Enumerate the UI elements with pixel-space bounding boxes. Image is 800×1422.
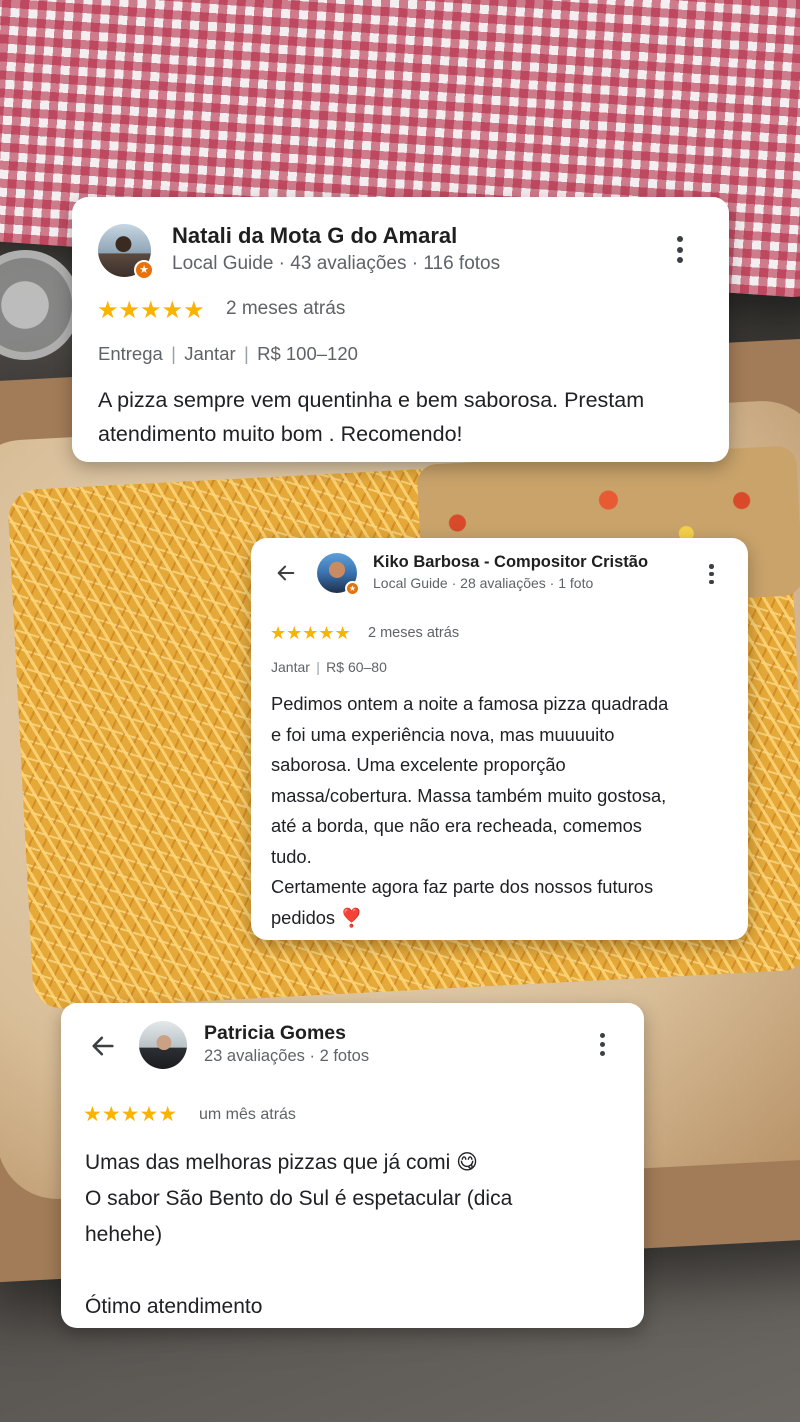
more-vert-icon[interactable]	[600, 1033, 605, 1056]
profile-photo	[139, 1021, 187, 1069]
review-date: 2 meses atrás	[226, 298, 346, 319]
tag-price: R$ 100–120	[257, 343, 358, 364]
reviewer-name[interactable]: Patricia Gomes	[204, 1022, 346, 1045]
review-text: Umas das melhoras pizzas que já comi 😋 O…	[85, 1145, 625, 1325]
review-text-line: A pizza sempre vem quentinha e bem sabor…	[98, 388, 645, 412]
review-card-patricia: Patricia Gomes 23 avaliações · 2 fotos ★…	[61, 1003, 644, 1328]
arrow-back-icon[interactable]	[89, 1032, 117, 1060]
arrow-back-icon[interactable]	[275, 562, 297, 584]
review-text: Pedimos ontem a noite a famosa pizza qua…	[271, 689, 741, 933]
tag-service: Entrega	[98, 343, 163, 364]
star-rating: ★★★★★	[270, 623, 351, 643]
review-tags: Entrega | Jantar | R$ 100–120	[98, 343, 358, 364]
star-rating: ★★★★★	[83, 1103, 178, 1126]
more-vert-icon[interactable]	[709, 564, 714, 584]
review-text-spacer	[85, 1253, 625, 1289]
review-date: um mês atrás	[199, 1106, 296, 1123]
reviewer-name[interactable]: Natali da Mota G do Amaral	[172, 223, 457, 249]
tag-price: R$ 60–80	[326, 659, 387, 675]
tag-meal: Jantar	[184, 343, 236, 364]
review-text-line: Certamente agora faz parte dos nossos fu…	[271, 876, 654, 897]
local-guide-star-icon: ★	[345, 581, 360, 596]
review-text-line: hehehe)	[85, 1223, 163, 1246]
reviewer-name[interactable]: Kiko Barbosa - Compositor Cristão	[373, 553, 648, 572]
review-text-line: O sabor São Bento do Sul é espetacular (…	[85, 1187, 513, 1210]
avatar[interactable]: ★	[98, 224, 154, 280]
review-text-line: Pedimos ontem a noite a famosa pizza qua…	[271, 693, 669, 714]
review-card-kiko: ★ Kiko Barbosa - Compositor Cristão Loca…	[251, 538, 748, 940]
avatar[interactable]	[139, 1021, 187, 1069]
review-text-line: Umas das melhoras pizzas que já comi 😋	[85, 1151, 479, 1174]
review-card-natali: ★ Natali da Mota G do Amaral Local Guide…	[72, 197, 729, 462]
local-guide-star-icon: ★	[134, 260, 154, 280]
review-text-line: atendimento muito bom . Recomendo!	[98, 422, 463, 446]
review-tags: Jantar | R$ 60–80	[271, 659, 387, 675]
review-date: 2 meses atrás	[368, 625, 460, 641]
review-text-line: massa/cobertura. Massa também muito gost…	[271, 784, 667, 806]
star-rating: ★★★★★	[97, 297, 205, 324]
reviewer-meta: Local Guide · 43 avaliações · 116 fotos	[172, 253, 501, 274]
review-text-line: até a borda, que não era recheada, comem…	[271, 815, 642, 836]
review-text-line: Ótimo atendimento	[85, 1295, 263, 1318]
tag-meal: Jantar	[271, 659, 310, 675]
avatar[interactable]: ★	[317, 553, 360, 596]
more-vert-icon[interactable]	[677, 236, 683, 263]
review-text-line: pedidos ❣️	[271, 906, 363, 928]
review-text-line: saborosa. Uma excelente proporção	[271, 754, 566, 775]
review-text-line: tudo.	[271, 845, 312, 867]
review-text-line: e foi uma experiência nova, mas muuuuito	[271, 723, 615, 745]
reviewer-meta: 23 avaliações · 2 fotos	[204, 1047, 370, 1065]
reviewer-meta: Local Guide · 28 avaliações · 1 foto	[373, 575, 594, 591]
review-text: A pizza sempre vem quentinha e bem sabor…	[98, 383, 708, 451]
